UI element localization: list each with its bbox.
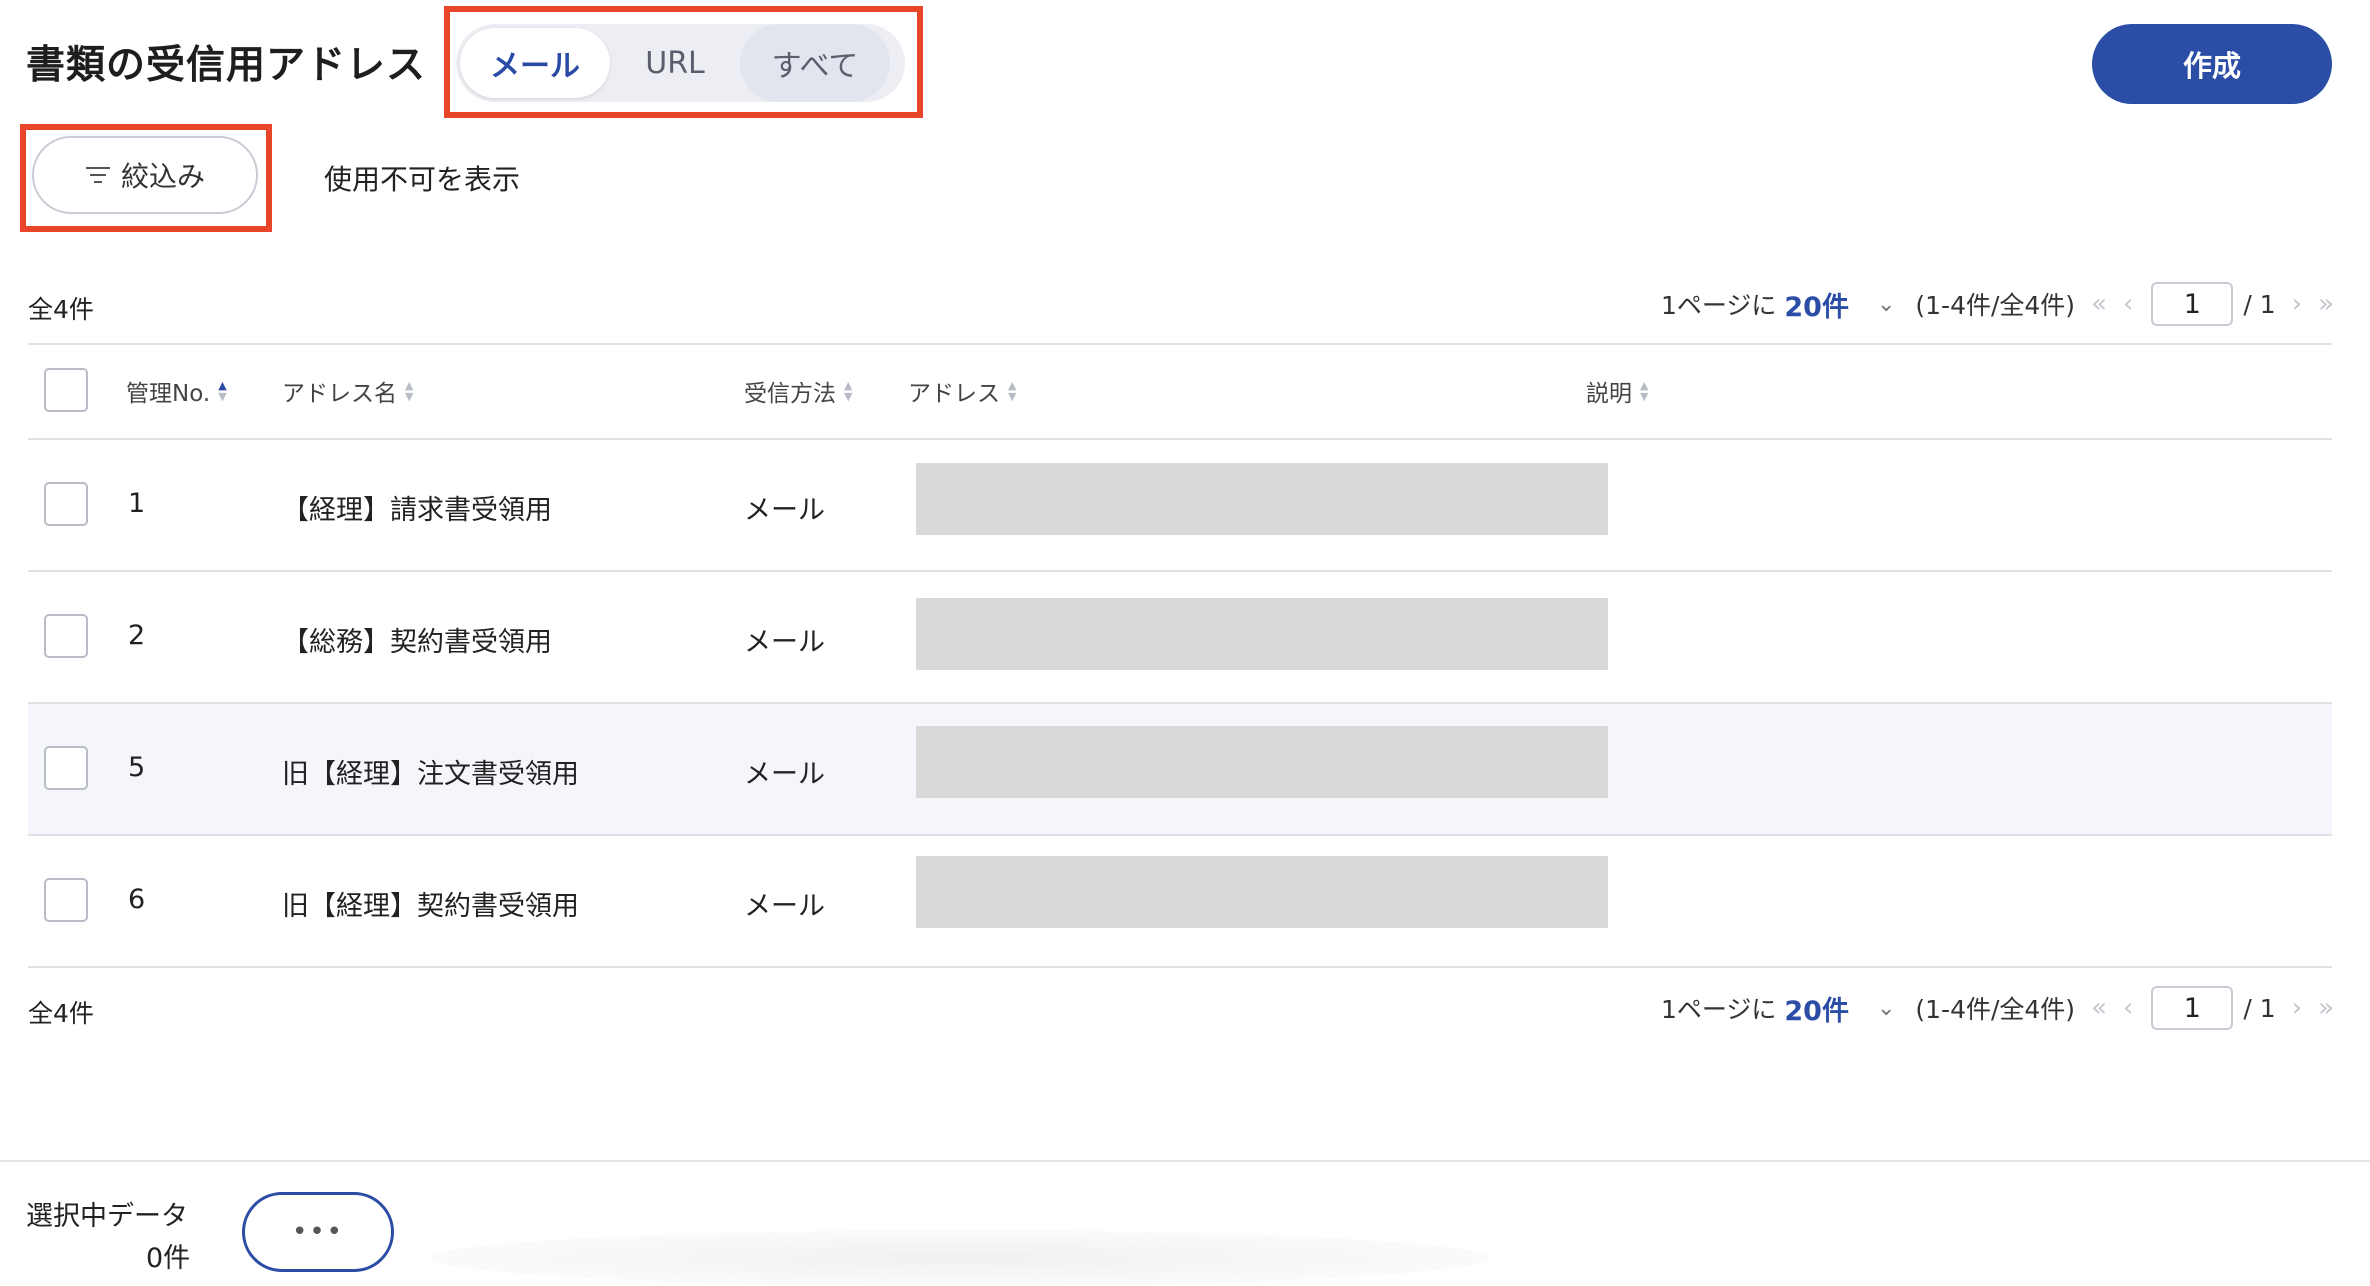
row-checkbox[interactable] bbox=[44, 878, 88, 922]
page-input[interactable]: 1 bbox=[2151, 986, 2234, 1030]
row-method: メール bbox=[744, 495, 825, 526]
create-button[interactable]: 作成 bbox=[2092, 24, 2332, 104]
per-page-prefix: 1ページに bbox=[1660, 995, 1777, 1024]
per-page-select[interactable]: 20件 bbox=[1784, 989, 1849, 1028]
total-count: 全4件 bbox=[28, 295, 94, 324]
page-title: 書類の受信用アドレス bbox=[26, 43, 427, 88]
tab-all[interactable]: すべて bbox=[740, 24, 890, 102]
col-header-name-label: アドレス名 bbox=[282, 381, 397, 407]
col-header-method[interactable]: 受信方法 ▲ ▼ bbox=[744, 374, 852, 408]
row-no: 6 bbox=[128, 884, 146, 915]
table-row[interactable]: 5 旧【経理】注文書受領用 メール bbox=[28, 704, 2332, 835]
page-total: / 1 bbox=[2243, 289, 2276, 319]
sort-icon: ▲ ▼ bbox=[218, 379, 227, 403]
total-count-bottom: 全4件 bbox=[28, 999, 94, 1028]
row-no: 1 bbox=[128, 488, 146, 519]
row-name: 旧【経理】契約書受領用 bbox=[282, 891, 579, 922]
row-method: メール bbox=[744, 627, 825, 658]
redacted-address bbox=[916, 726, 1608, 798]
redacted-address bbox=[916, 856, 1608, 928]
redacted-address bbox=[916, 598, 1608, 670]
sort-icon: ▲ ▼ bbox=[1008, 379, 1017, 403]
col-header-no-label: 管理No. bbox=[126, 381, 211, 407]
chevron-down-icon[interactable]: ⌄ bbox=[1877, 292, 1895, 317]
table-row[interactable]: 6 旧【経理】契約書受領用 メール bbox=[28, 836, 2332, 967]
selected-data-label: 選択中データ bbox=[26, 1201, 188, 1232]
col-header-address-label: アドレス bbox=[908, 381, 1000, 407]
more-actions-button[interactable]: ••• bbox=[242, 1192, 394, 1272]
col-header-no[interactable]: 管理No. ▲ ▼ bbox=[126, 374, 227, 408]
row-method: メール bbox=[744, 759, 825, 790]
table-row[interactable]: 2 【総務】契約書受領用 メール bbox=[28, 572, 2332, 703]
row-no: 2 bbox=[128, 620, 146, 651]
prev-page-icon[interactable]: ‹ bbox=[2123, 289, 2133, 319]
col-header-address[interactable]: アドレス ▲ ▼ bbox=[908, 374, 1016, 408]
select-all-checkbox[interactable] bbox=[44, 368, 88, 412]
tab-mail[interactable]: メール bbox=[460, 28, 610, 98]
prev-page-icon[interactable]: ‹ bbox=[2123, 993, 2133, 1023]
col-header-description[interactable]: 説明 ▲ ▼ bbox=[1586, 374, 1648, 408]
pagination-top: 1ページに 20件 ⌄ (1-4件/全4件) « ‹ 1 / 1 › » bbox=[1661, 280, 2334, 328]
sort-icon: ▲ ▼ bbox=[844, 379, 853, 403]
filter-button[interactable]: 絞込み bbox=[32, 136, 258, 214]
selected-count: 0件 bbox=[146, 1243, 191, 1274]
last-page-icon[interactable]: » bbox=[2318, 993, 2334, 1023]
next-page-icon[interactable]: › bbox=[2292, 993, 2302, 1023]
decorative-shadow bbox=[430, 1230, 1490, 1286]
per-page-prefix: 1ページに bbox=[1660, 291, 1777, 320]
table-header: 管理No. ▲ ▼ アドレス名 ▲ ▼ 受信方法 ▲ ▼ アドレス ▲ ▼ 説明 ▲ ▼ bbox=[28, 344, 2332, 438]
row-checkbox[interactable] bbox=[44, 482, 88, 526]
range-label: (1-4件/全4件) bbox=[1915, 291, 2076, 320]
per-page-select[interactable]: 20件 bbox=[1784, 285, 1849, 324]
row-name: 【総務】契約書受領用 bbox=[282, 627, 552, 658]
filter-label: 絞込み bbox=[120, 160, 205, 193]
filter-icon bbox=[85, 165, 111, 185]
col-header-method-label: 受信方法 bbox=[744, 381, 836, 407]
next-page-icon[interactable]: › bbox=[2292, 289, 2302, 319]
row-checkbox[interactable] bbox=[44, 746, 88, 790]
pagination-bottom: 1ページに 20件 ⌄ (1-4件/全4件) « ‹ 1 / 1 › » bbox=[1661, 984, 2334, 1032]
redacted-address bbox=[916, 463, 1608, 535]
range-label: (1-4件/全4件) bbox=[1915, 995, 2076, 1024]
table-bottom-divider bbox=[28, 966, 2332, 968]
last-page-icon[interactable]: » bbox=[2318, 289, 2334, 319]
col-header-description-label: 説明 bbox=[1586, 381, 1632, 407]
row-name: 旧【経理】注文書受領用 bbox=[282, 759, 579, 790]
first-page-icon[interactable]: « bbox=[2091, 993, 2107, 1023]
sort-icon: ▲ ▼ bbox=[405, 379, 414, 403]
table-row[interactable]: 1 【経理】請求書受領用 メール bbox=[28, 440, 2332, 571]
row-no: 5 bbox=[128, 752, 146, 783]
col-header-name[interactable]: アドレス名 ▲ ▼ bbox=[282, 374, 413, 408]
chevron-down-icon[interactable]: ⌄ bbox=[1877, 996, 1895, 1021]
row-name: 【経理】請求書受領用 bbox=[282, 495, 552, 526]
tab-url[interactable]: URL bbox=[610, 24, 740, 102]
page-input[interactable]: 1 bbox=[2151, 282, 2234, 326]
row-method: メール bbox=[744, 891, 825, 922]
receive-method-tabs: メール URL すべて bbox=[456, 24, 905, 102]
first-page-icon[interactable]: « bbox=[2091, 289, 2107, 319]
footer-divider bbox=[0, 1160, 2370, 1162]
sort-icon: ▲ ▼ bbox=[1640, 379, 1649, 403]
show-disabled-toggle[interactable]: 使用不可を表示 bbox=[324, 158, 520, 198]
page-total: / 1 bbox=[2243, 993, 2276, 1023]
row-checkbox[interactable] bbox=[44, 614, 88, 658]
